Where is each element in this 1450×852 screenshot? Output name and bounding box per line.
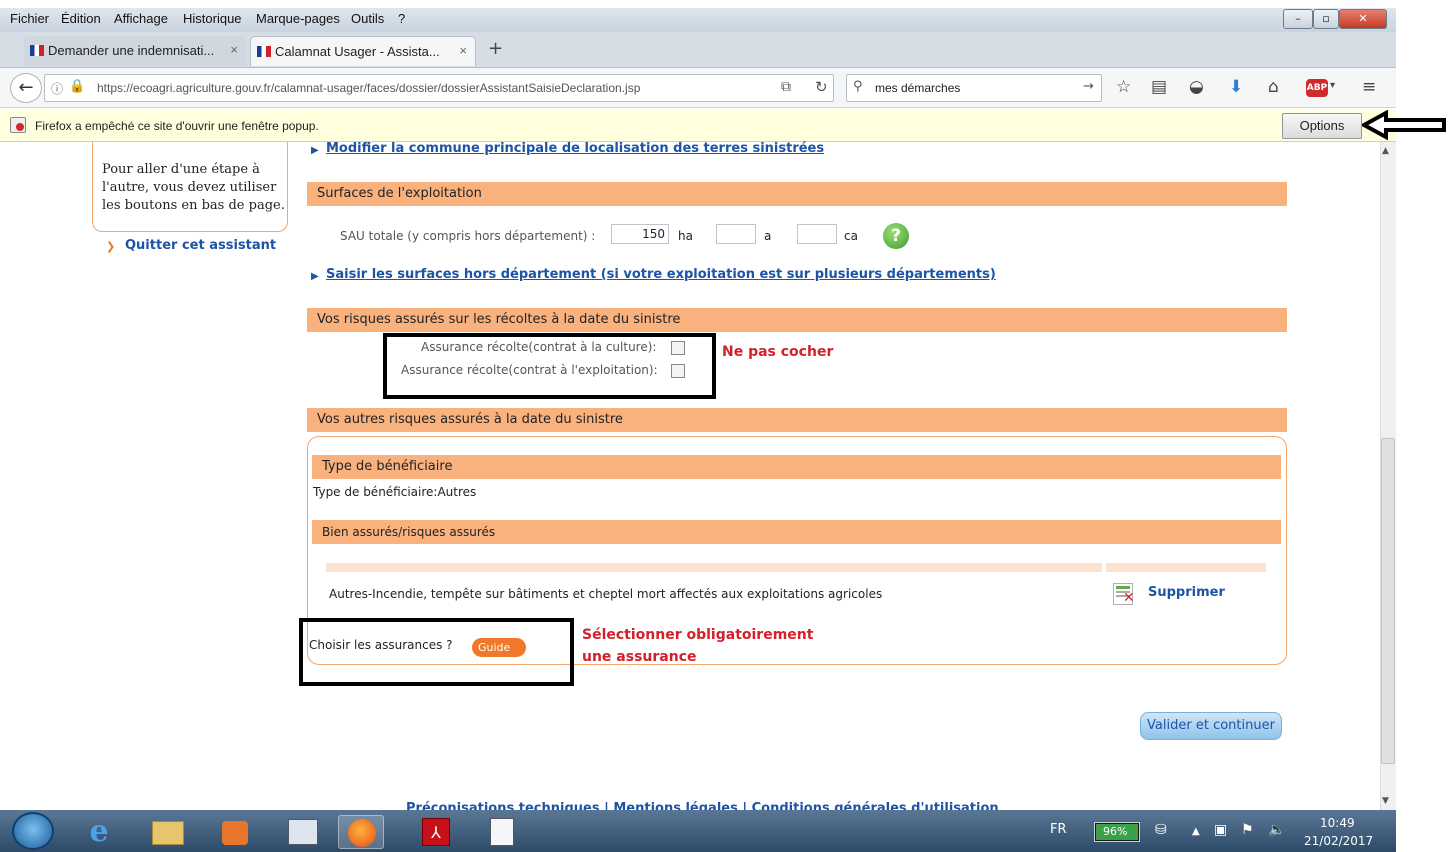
url-bar[interactable]: ⓘ 🔒 https://ecoagri.agriculture.gouv.fr/… [44, 74, 834, 102]
delete-doc-icon[interactable]: ✕ [1113, 583, 1135, 606]
clock-time[interactable]: 10:49 [1320, 816, 1355, 830]
arrow-bullet-icon: ▶ [311, 145, 319, 156]
sau-label: SAU totale (y compris hors département) … [340, 229, 596, 243]
sidebar-help-text: Pour aller d'une étape à l'autre, vous d… [102, 162, 285, 213]
search-icon: ⚲ [853, 79, 863, 94]
network-icon[interactable]: ⛁ [1155, 822, 1167, 838]
maximize-button[interactable]: ▫ [1313, 9, 1339, 29]
hamburger-menu-icon[interactable]: ≡ [1362, 77, 1376, 97]
type-beneficiaire-value: Type de bénéficiaire:Autres [313, 485, 477, 499]
table-header-cell [1106, 563, 1266, 572]
minimize-button[interactable]: – [1283, 9, 1313, 29]
annotation-selectionner-line1: Sélectionner obligatoirement [582, 627, 814, 643]
menu-affichage[interactable]: Affichage [114, 11, 168, 26]
tab-calamnat-usager[interactable]: Calamnat Usager - Assista... × [250, 36, 476, 66]
valider-continuer-button[interactable]: Valider et continuer [1140, 712, 1282, 740]
surfaces-hors-dept-link[interactable]: Saisir les surfaces hors département (si… [326, 267, 996, 282]
info-icon[interactable]: ⓘ [51, 80, 63, 97]
chevron-right-icon: ❯ [106, 240, 116, 253]
pdf-reader-icon[interactable]: ⅄ [414, 815, 460, 849]
pocket-icon[interactable]: ◒ [1189, 77, 1204, 97]
surfaces-header: Surfaces de l'exploitation [307, 182, 1287, 206]
windows-taskbar [0, 810, 1396, 852]
start-button-icon[interactable] [12, 812, 54, 850]
unit-ha-label: ha [678, 229, 693, 243]
download-icon[interactable]: ⬇ [1229, 77, 1243, 97]
modify-commune-link[interactable]: Modifier la commune principale de locali… [326, 141, 824, 156]
options-button[interactable]: Options [1282, 113, 1362, 139]
action-center-icon[interactable]: ⚑ [1241, 822, 1254, 838]
sau-a-input[interactable] [716, 224, 756, 244]
popup-blocked-badge [16, 123, 24, 131]
annotation-box-guide [299, 618, 574, 686]
annotation-selectionner-line2: une assurance [582, 649, 697, 665]
tab-demander-indemnisation[interactable]: Demander une indemnisati... × [24, 36, 246, 66]
firefox-taskbar-icon[interactable] [338, 815, 384, 849]
unit-a-label: a [764, 229, 772, 243]
help-question-icon[interactable]: ? [883, 223, 909, 249]
search-input[interactable]: mes démarches [875, 81, 960, 95]
search-bar[interactable]: ⚲ mes démarches → [846, 74, 1102, 102]
autres-risques-header: Vos autres risques assurés à la date du … [307, 408, 1287, 432]
search-go-icon[interactable]: → [1083, 79, 1094, 94]
tab-label: Calamnat Usager - Assista... [275, 44, 440, 59]
language-indicator[interactable]: FR [1050, 822, 1067, 837]
clock-date[interactable]: 21/02/2017 [1304, 834, 1373, 848]
sau-ca-input[interactable] [797, 224, 837, 244]
home-icon[interactable]: ⌂ [1268, 77, 1279, 97]
adblock-icon[interactable]: ABP [1306, 79, 1328, 97]
bookmark-star-icon[interactable]: ☆ [1116, 77, 1131, 97]
window-close-button[interactable]: ✕ [1339, 9, 1387, 29]
notification-text: Firefox a empêché ce site d'ouvrir une f… [35, 119, 319, 133]
scroll-thumb[interactable] [1381, 438, 1395, 764]
scroll-up-icon[interactable]: ▲ [1382, 146, 1389, 156]
new-tab-icon[interactable]: + [488, 38, 503, 59]
reload-icon[interactable]: ↻ [815, 78, 828, 96]
back-icon[interactable]: ← [10, 73, 42, 103]
lock-icon: 🔒 [69, 79, 86, 94]
annotation-arrow [1362, 110, 1446, 140]
flag-icon [257, 46, 271, 57]
chevron-down-icon[interactable]: ▾ [1330, 80, 1335, 91]
volume-muted-icon[interactable]: 🔈 [1268, 822, 1285, 838]
file-explorer-icon[interactable] [146, 815, 192, 849]
quit-assistant-link[interactable]: Quitter cet assistant [125, 238, 276, 253]
scroll-down-icon[interactable]: ▼ [1382, 796, 1389, 806]
annotation-ne-pas-cocher: Ne pas cocher [722, 344, 834, 360]
table-row-risk-text: Autres-Incendie, tempête sur bâtiments e… [329, 587, 883, 601]
tray-expand-icon[interactable]: ▲ [1192, 826, 1200, 837]
menu-outils[interactable]: Outils [351, 11, 384, 26]
unit-ca-label: ca [844, 229, 858, 243]
menu-edition[interactable]: Édition [61, 11, 101, 26]
bookmarks-list-icon[interactable]: ▤ [1151, 77, 1167, 97]
reader-icon[interactable]: ⧉ [781, 79, 791, 95]
document-icon[interactable] [480, 815, 526, 849]
battery-percent: 96% [1103, 825, 1128, 838]
menu-historique[interactable]: Historique [183, 11, 242, 26]
biens-assures-header: Bien assurés/risques assurés [312, 520, 1281, 544]
annotation-box-checkboxes [383, 333, 716, 399]
table-header-cell [326, 563, 1102, 572]
url-text[interactable]: https://ecoagri.agriculture.gouv.fr/cala… [97, 81, 640, 95]
type-beneficiaire-header: Type de bénéficiaire [312, 455, 1281, 479]
menu-help[interactable]: ? [398, 11, 405, 26]
menu-marque-pages[interactable]: Marque-pages [256, 11, 340, 26]
app-window-icon[interactable] [280, 815, 326, 849]
battery-icon[interactable]: 96% [1094, 822, 1140, 842]
menu-fichier[interactable]: Fichier [10, 11, 49, 26]
media-player-icon[interactable] [212, 815, 258, 849]
close-icon[interactable]: × [230, 42, 238, 57]
device-icon[interactable]: ▣ [1214, 822, 1227, 838]
supprimer-link[interactable]: Supprimer [1148, 585, 1225, 600]
close-icon[interactable]: × [459, 43, 467, 58]
flag-icon [30, 45, 44, 56]
arrow-bullet-icon: ▶ [311, 271, 319, 282]
sau-ha-input[interactable]: 150 [611, 224, 669, 244]
internet-explorer-icon[interactable]: e [76, 815, 122, 849]
risques-recoltes-header: Vos risques assurés sur les récoltes à l… [307, 308, 1287, 332]
tab-label: Demander une indemnisati... [48, 43, 215, 58]
